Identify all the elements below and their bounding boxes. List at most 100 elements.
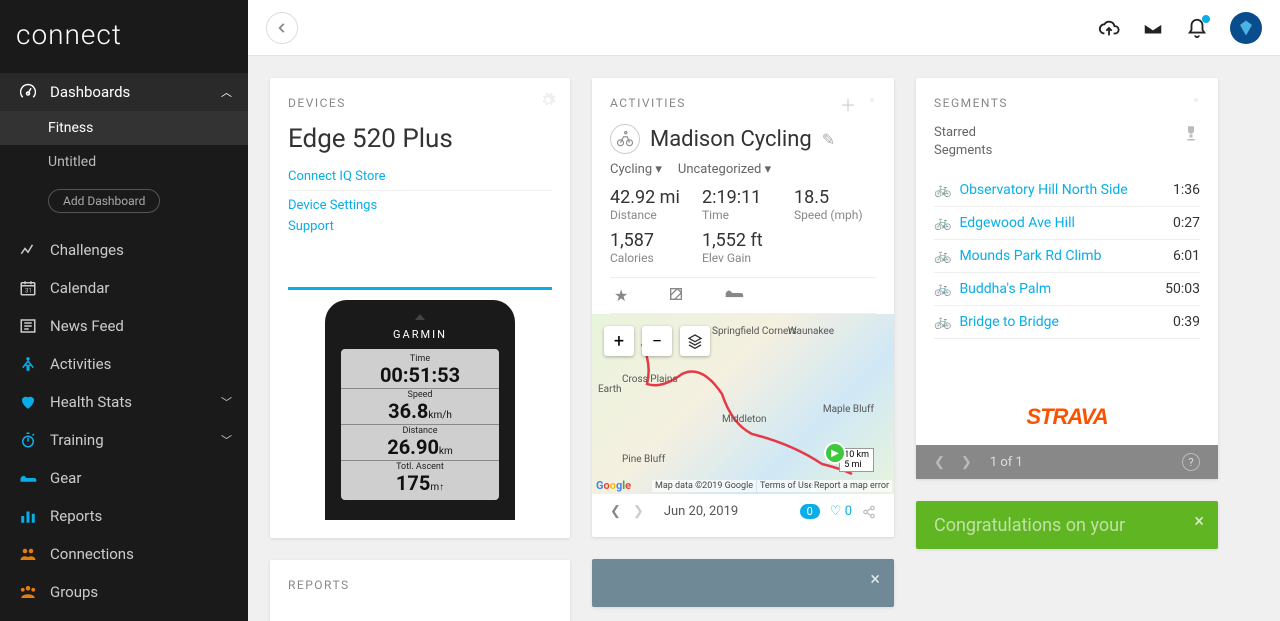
segment-link[interactable]: Buddha's Palm	[959, 281, 1165, 297]
cycling-icon	[610, 124, 640, 154]
topbar	[248, 0, 1280, 56]
user-avatar[interactable]	[1230, 12, 1262, 44]
bike-icon: 🚲	[934, 215, 951, 231]
activity-map[interactable]: + − Springfield Corners Waunakee Earth C…	[592, 314, 894, 494]
plus-icon[interactable]: ＋	[840, 92, 856, 116]
segment-link[interactable]: Bridge to Bridge	[959, 314, 1173, 330]
note-icon[interactable]	[668, 286, 684, 305]
line-chart-icon	[16, 241, 40, 259]
segment-link[interactable]: Observatory Hill North Side	[959, 182, 1173, 198]
nav-label: Health Stats	[50, 393, 132, 411]
activities-card: ＋ ACTIVITIES Madison Cycling ✎ Cycling ▾…	[592, 78, 894, 537]
bike-icon: 🚲	[934, 314, 951, 330]
shoe-icon	[16, 471, 40, 485]
comments-count[interactable]: 0	[800, 504, 820, 519]
nav-badges[interactable]: Badges	[0, 611, 248, 621]
bar-chart-icon	[16, 507, 40, 525]
zoom-out-button[interactable]: −	[642, 326, 672, 356]
nav-label: Activities	[50, 355, 111, 373]
congrats-card: × Congratulations on your	[916, 501, 1218, 549]
star-icon[interactable]: ★	[614, 286, 628, 305]
notifications-icon[interactable]	[1186, 17, 1208, 39]
sub-fitness[interactable]: Fitness	[0, 111, 248, 145]
prev-activity[interactable]: ❮	[610, 504, 621, 519]
pager-label: 1 of 1	[990, 455, 1023, 470]
gauge-icon	[16, 83, 40, 101]
gear-icon[interactable]	[540, 92, 556, 108]
edit-icon[interactable]: ✎	[822, 130, 835, 149]
people-icon	[16, 545, 40, 563]
prev-page[interactable]: ❮	[934, 455, 945, 470]
info-card-1: ×	[592, 559, 894, 607]
back-button[interactable]	[266, 12, 298, 44]
devices-card: DEVICES Edge 520 Plus Connect IQ Store D…	[270, 78, 570, 538]
nav-gear[interactable]: Gear	[0, 459, 248, 497]
heart-icon	[16, 393, 40, 411]
nav-newsfeed[interactable]: News Feed	[0, 307, 248, 345]
next-page[interactable]: ❯	[961, 455, 972, 470]
topbar-icons	[1098, 12, 1262, 44]
nav-reports[interactable]: Reports	[0, 497, 248, 535]
activities-header: ACTIVITIES	[610, 96, 876, 110]
link-connect-iq[interactable]: Connect IQ Store	[288, 166, 552, 191]
sidebar: connect Dashboards ︿ Fitness Untitled Ad…	[0, 0, 248, 621]
stopwatch-icon	[16, 431, 40, 449]
nav-label: Gear	[50, 469, 81, 487]
shoe-icon[interactable]	[724, 286, 744, 305]
cat-cycling[interactable]: Cycling ▾	[610, 162, 662, 177]
nav-label: Reports	[50, 507, 102, 525]
nav-label: News Feed	[50, 317, 124, 335]
next-activity[interactable]: ❯	[633, 504, 644, 519]
segment-link[interactable]: Edgewood Ave Hill	[959, 215, 1173, 231]
trophy-icon[interactable]	[1182, 124, 1200, 142]
chevron-down-icon: ﹀	[221, 394, 232, 410]
devices-header: DEVICES	[288, 96, 552, 110]
share-icon[interactable]	[862, 505, 876, 519]
nav-groups[interactable]: Groups	[0, 573, 248, 611]
nav-dashboards[interactable]: Dashboards ︿	[0, 73, 248, 111]
activity-title: Madison Cycling	[650, 127, 812, 152]
nav-connections[interactable]: Connections	[0, 535, 248, 573]
main: DEVICES Edge 520 Plus Connect IQ Store D…	[248, 0, 1280, 621]
zoom-in-button[interactable]: +	[604, 326, 634, 356]
segment-link[interactable]: Mounds Park Rd Climb	[959, 248, 1173, 264]
garmin-logo: GARMIN	[341, 328, 499, 341]
likes-icon[interactable]: ♡ 0	[830, 504, 852, 519]
chevron-up-icon: ︿	[221, 84, 232, 100]
person-icon	[16, 355, 40, 373]
inbox-icon[interactable]	[1142, 17, 1164, 39]
nav-label: Groups	[50, 583, 98, 601]
cat-uncategorized[interactable]: Uncategorized ▾	[678, 162, 771, 177]
segments-header: SEGMENTS	[934, 96, 1200, 110]
help-icon[interactable]: ?	[1182, 453, 1200, 471]
gear-icon[interactable]	[864, 92, 880, 108]
map-end-marker: ▶	[824, 442, 846, 464]
device-title: Edge 520 Plus	[288, 124, 552, 154]
strava-logo: STRAVA	[1026, 404, 1107, 430]
logo: connect	[0, 0, 248, 73]
segments-card: SEGMENTS Starred Segments 🚲Observatory H…	[916, 78, 1218, 479]
close-icon[interactable]: ×	[870, 569, 880, 590]
nav-health[interactable]: Health Stats ﹀	[0, 383, 248, 421]
dashboard: DEVICES Edge 520 Plus Connect IQ Store D…	[248, 56, 1280, 621]
congrats-text: Congratulations on your	[934, 515, 1125, 536]
activity-date: Jun 20, 2019	[664, 504, 738, 519]
layers-button[interactable]	[680, 326, 710, 356]
sub-untitled[interactable]: Untitled	[0, 145, 248, 179]
gear-icon[interactable]	[1188, 92, 1204, 108]
nav-label: Training	[50, 431, 104, 449]
link-device-settings[interactable]: Device Settings	[288, 195, 552, 216]
cloud-upload-icon[interactable]	[1098, 17, 1120, 39]
reports-card: REPORTS	[270, 560, 570, 621]
nav-training[interactable]: Training ﹀	[0, 421, 248, 459]
nav-activities[interactable]: Activities	[0, 345, 248, 383]
reports-header: REPORTS	[288, 578, 552, 592]
nav-label: Calendar	[50, 279, 110, 297]
google-logo: Google	[596, 479, 631, 492]
close-icon[interactable]: ×	[1194, 511, 1204, 532]
add-dashboard-button[interactable]: Add Dashboard	[48, 189, 160, 213]
nav-calendar[interactable]: 31 Calendar	[0, 269, 248, 307]
nav-challenges[interactable]: Challenges	[0, 231, 248, 269]
nav-label: Dashboards	[50, 83, 130, 101]
link-support[interactable]: Support	[288, 216, 552, 237]
